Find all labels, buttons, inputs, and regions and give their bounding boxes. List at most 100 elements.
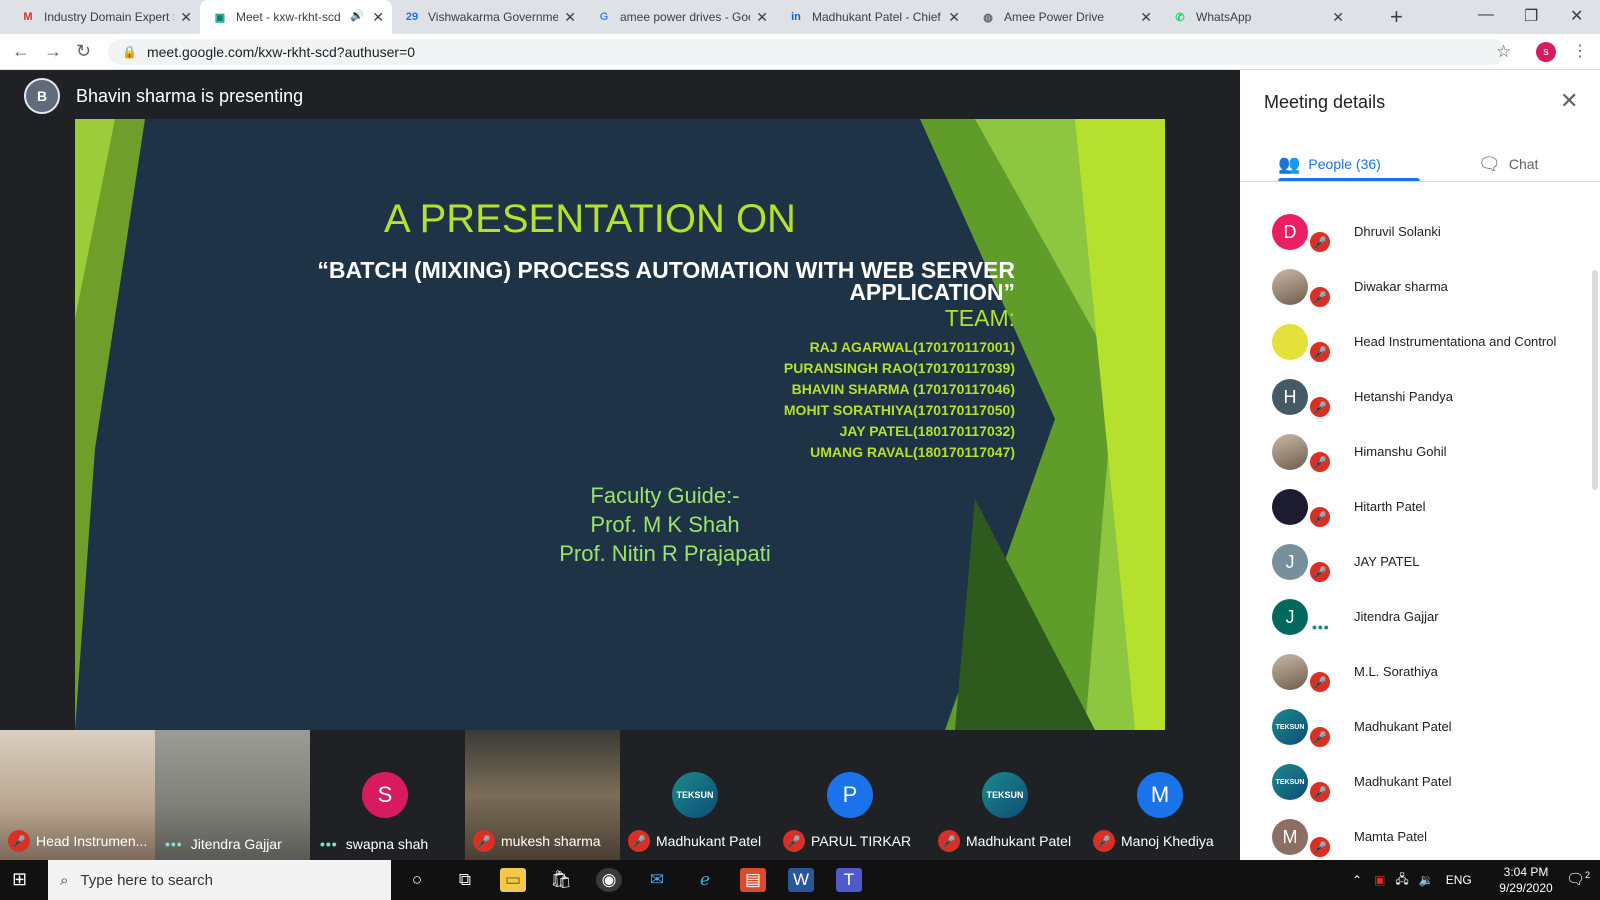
- participant-tile[interactable]: M 🎤 Manoj Khediya: [1085, 730, 1240, 860]
- close-panel-icon[interactable]: ✕: [1560, 88, 1578, 114]
- participant-tile[interactable]: TEKSUN 🎤 Madhukant Patel: [930, 730, 1085, 860]
- taskbar-clock[interactable]: 3:04 PM 9/29/2020: [1486, 864, 1566, 896]
- tray-chevron-icon[interactable]: ⌃: [1352, 873, 1362, 887]
- mic-off-icon: 🎤: [1308, 340, 1332, 364]
- close-tab-icon[interactable]: ✕: [1140, 9, 1152, 26]
- participant-list-item[interactable]: J 🎤 JAY PATEL: [1240, 534, 1580, 590]
- browser-tab[interactable]: ▣ Meet - kxw-rkht-scd 🔊 ✕: [200, 0, 392, 34]
- mic-off-icon: 🎤: [473, 830, 495, 852]
- close-window-icon[interactable]: ✕: [1570, 6, 1583, 26]
- participant-avatar: H: [1272, 379, 1308, 415]
- notification-count: 2: [1585, 870, 1591, 880]
- browser-tab[interactable]: 29 Vishwakarma Governmen ✕: [392, 0, 584, 34]
- participant-list-item[interactable]: TEKSUN 🎤 Madhukant Patel: [1240, 699, 1580, 755]
- participant-name: mukesh sharma: [501, 833, 601, 849]
- people-list-scrollbar[interactable]: [1592, 270, 1598, 490]
- forward-icon[interactable]: →: [44, 41, 62, 62]
- restore-icon[interactable]: ❐: [1524, 6, 1538, 26]
- mic-off-icon: 🎤: [628, 830, 650, 852]
- bookmark-star-icon[interactable]: ☆: [1496, 42, 1511, 62]
- close-tab-icon[interactable]: ✕: [948, 9, 960, 26]
- team-member: MOHIT SORATHIYA(170170117050): [783, 402, 1015, 418]
- new-tab-button[interactable]: +: [1390, 4, 1403, 30]
- participant-list-item[interactable]: J ••• Jitendra Gajjar: [1240, 589, 1580, 645]
- speaking-indicator-icon: •••: [320, 836, 338, 852]
- task-view-icon[interactable]: ⧉: [452, 868, 478, 892]
- participant-list-item[interactable]: 🎤 Head Instrumentationa and Control: [1240, 314, 1580, 370]
- participant-list-item[interactable]: 🎤 Hitarth Patel: [1240, 479, 1580, 535]
- language-indicator[interactable]: ENG: [1446, 873, 1472, 887]
- close-tab-icon[interactable]: ✕: [1332, 9, 1344, 26]
- browser-tab[interactable]: in Madhukant Patel - Chief ✕: [776, 0, 968, 34]
- mail-icon[interactable]: ✉: [644, 868, 670, 892]
- participant-tile[interactable]: S ••• swapna shah: [310, 730, 465, 860]
- minimize-icon[interactable]: —: [1478, 6, 1494, 24]
- tab-people[interactable]: 👥 People (36): [1278, 148, 1381, 180]
- slide-team-label: TEAM:: [944, 305, 1015, 331]
- reload-icon[interactable]: ↻: [76, 41, 91, 62]
- store-icon[interactable]: 🛍: [548, 868, 574, 892]
- participant-name: Head Instrumen...: [36, 833, 148, 849]
- mic-off-icon: 🎤: [1093, 830, 1115, 852]
- presentation-slide: A PRESENTATION ON “BATCH (MIXING) PROCES…: [75, 119, 1165, 730]
- participant-name-bar: 🎤 mukesh sharma: [465, 830, 620, 852]
- participant-avatar: D: [1272, 214, 1308, 250]
- taskbar-search[interactable]: ⌕ Type here to search: [48, 860, 391, 900]
- participant-tile[interactable]: 🎤 Head Instrumen...: [0, 730, 155, 860]
- participant-tile[interactable]: ••• Jitendra Gajjar: [155, 730, 310, 860]
- participant-tile[interactable]: P 🎤 PARUL TIRKAR: [775, 730, 930, 860]
- participant-list-item[interactable]: D 🎤 Dhruvil Solanki: [1240, 204, 1580, 260]
- browser-tab-title: Amee Power Drive: [1004, 10, 1105, 24]
- participant-list-item[interactable]: 🎤 Himanshu Gohil: [1240, 424, 1580, 480]
- tab-audio-icon[interactable]: 🔊: [350, 9, 364, 22]
- volume-icon[interactable]: 🔉: [1419, 873, 1434, 887]
- participant-tile[interactable]: 🎤 mukesh sharma: [465, 730, 620, 860]
- participant-list-item[interactable]: 🎤 M.L. Sorathiya: [1240, 644, 1580, 700]
- cortana-icon[interactable]: ○: [404, 868, 430, 892]
- participant-list-item[interactable]: 🎤 Diwakar sharma: [1240, 259, 1580, 315]
- chrome-icon[interactable]: ◉: [596, 868, 622, 892]
- notification-icon[interactable]: 🗨2: [1566, 870, 1590, 888]
- back-icon[interactable]: ←: [12, 41, 30, 62]
- tab-chat[interactable]: 🗨 Chat: [1478, 148, 1538, 180]
- calendar-icon: 29: [405, 11, 419, 23]
- panel-title: Meeting details: [1264, 92, 1386, 112]
- presenter-bar: B Bhavin sharma is presenting: [24, 78, 303, 114]
- mic-off-icon: 🎤: [8, 830, 30, 852]
- participant-name-bar: 🎤 Madhukant Patel: [620, 830, 775, 852]
- presenting-label: Bhavin sharma is presenting: [76, 85, 304, 106]
- tray-app-icon[interactable]: ▣: [1374, 873, 1385, 887]
- address-bar[interactable]: 🔒 meet.google.com/kxw-rkht-scd?authuser=…: [108, 39, 1506, 65]
- mic-off-icon: 🎤: [1308, 725, 1332, 749]
- participant-tile[interactable]: TEKSUN 🎤 Madhukant Patel: [620, 730, 775, 860]
- close-tab-icon[interactable]: ✕: [564, 9, 576, 26]
- team-member: RAJ AGARWAL(170170117001): [809, 339, 1015, 355]
- mic-off-icon: 🎤: [1308, 780, 1332, 804]
- participant-list-item[interactable]: H 🎤 Hetanshi Pandya: [1240, 369, 1580, 425]
- browser-tab[interactable]: Gamee power drives - Goo ✕: [584, 0, 776, 34]
- windows-start-icon[interactable]: ⊞: [12, 869, 36, 891]
- teams-icon[interactable]: T: [836, 868, 862, 892]
- profile-avatar[interactable]: s: [1536, 42, 1556, 62]
- network-icon[interactable]: 🖧: [1395, 870, 1408, 891]
- participant-avatar: J: [1272, 544, 1308, 580]
- reader-icon[interactable]: ▤: [740, 868, 766, 892]
- participant-name: Diwakar sharma: [1354, 279, 1448, 294]
- close-tab-icon[interactable]: ✕: [756, 9, 768, 26]
- guide-label: Faculty Guide:-: [590, 483, 740, 508]
- edge-icon[interactable]: ℯ: [692, 868, 718, 892]
- mic-off-icon: 🎤: [1308, 285, 1332, 309]
- chat-icon: 🗨: [1478, 153, 1501, 174]
- close-tab-icon[interactable]: ✕: [372, 9, 384, 26]
- browser-menu-icon[interactable]: ⋮: [1572, 41, 1588, 61]
- close-tab-icon[interactable]: ✕: [180, 9, 192, 26]
- participant-name-bar: 🎤 Madhukant Patel: [930, 830, 1085, 852]
- browser-tab[interactable]: ◍ Amee Power Drive ✕: [968, 0, 1160, 34]
- browser-tab[interactable]: M Industry Domain Expert S ✕: [8, 0, 200, 34]
- participant-list-item[interactable]: TEKSUN 🎤 Madhukant Patel: [1240, 754, 1580, 810]
- file-explorer-icon[interactable]: ▭: [500, 868, 526, 892]
- people-list[interactable]: D 🎤 Dhruvil Solanki 🎤 Diwakar sharma 🎤 Head In…: [1240, 182, 1600, 860]
- browser-tab[interactable]: ✆ WhatsApp ✕: [1160, 0, 1352, 34]
- word-icon[interactable]: W: [788, 868, 814, 892]
- participant-list-item[interactable]: M 🎤 Mamta Patel: [1240, 809, 1580, 860]
